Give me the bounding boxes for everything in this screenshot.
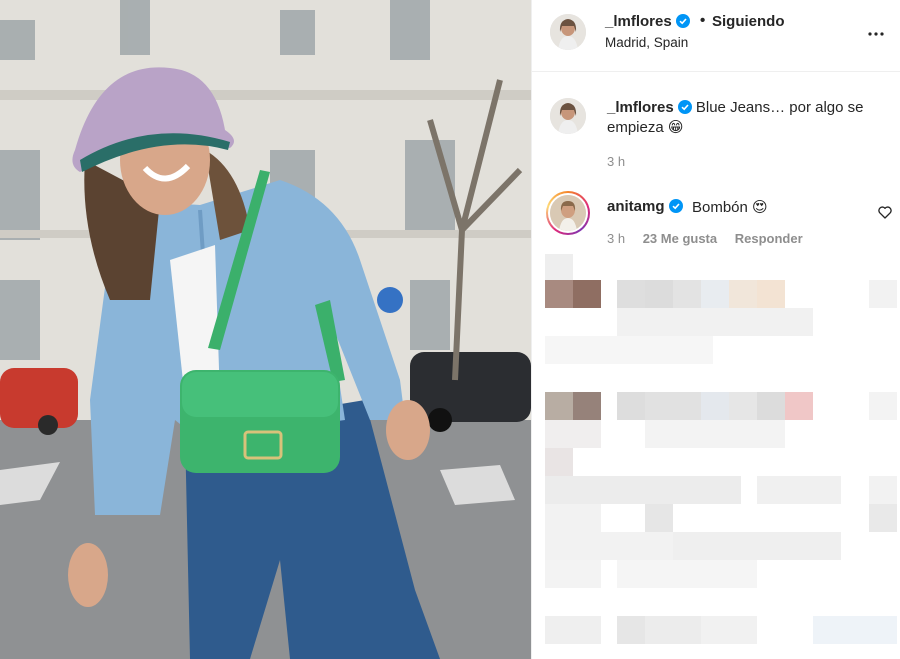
post-photo[interactable] (0, 0, 531, 659)
comment-item: anitamg Bombón 😍 3 h 23 Me gusta Respond… (532, 190, 900, 250)
pixelated-comments-area (532, 254, 900, 659)
author-avatar-image (550, 14, 586, 50)
post-location[interactable]: Madrid, Spain (605, 35, 688, 50)
caption-author-avatar[interactable] (550, 98, 586, 134)
heart-icon[interactable] (877, 204, 893, 220)
separator-dot: • (700, 12, 706, 29)
commenter-avatar[interactable] (550, 195, 586, 231)
following-button[interactable]: Siguiendo (712, 13, 785, 30)
post-header: _lmflores • Siguiendo Madrid, Spain (532, 0, 900, 72)
caption-username[interactable]: _lmflores (607, 99, 674, 116)
comment-meta: 3 h 23 Me gusta Responder (607, 231, 817, 246)
story-ring[interactable] (546, 191, 590, 235)
caption-avatar-image (550, 98, 586, 134)
author-username-text[interactable]: _lmflores (605, 13, 672, 30)
commenter-avatar-image (550, 195, 586, 231)
more-options-icon[interactable] (864, 22, 888, 46)
verified-badge-icon (668, 199, 683, 213)
comment-likes[interactable]: 23 Me gusta (643, 231, 717, 246)
verified-badge-icon (675, 14, 690, 28)
caption-timestamp[interactable]: 3 h (607, 154, 625, 169)
commenter-username-text[interactable]: anitamg (607, 198, 665, 215)
reply-button[interactable]: Responder (735, 231, 803, 246)
verified-badge-icon (677, 100, 692, 114)
author-username[interactable]: _lmflores (605, 13, 690, 30)
comment-text: Bombón 😍 (692, 199, 768, 216)
post-caption: _lmflores Blue Jeans… por algo se empiez… (532, 88, 900, 178)
commenter-username[interactable]: anitamg (607, 198, 683, 215)
photo-image (0, 0, 531, 659)
comment-timestamp[interactable]: 3 h (607, 231, 625, 246)
post-side-panel: _lmflores • Siguiendo Madrid, Spain _lmf… (531, 0, 900, 659)
pixelation-mosaic (545, 254, 897, 644)
caption-text-block: _lmflores Blue Jeans… por algo se empiez… (607, 98, 892, 138)
author-avatar[interactable] (550, 14, 586, 50)
